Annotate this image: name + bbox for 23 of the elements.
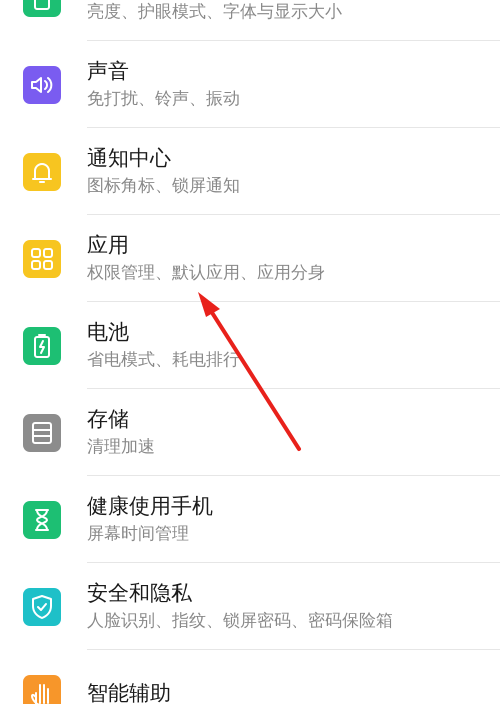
settings-item[interactable]: 通知中心 图标角标、锁屏通知 (0, 128, 500, 215)
setting-title: 通知中心 (87, 145, 172, 172)
setting-title: 存储 (87, 406, 130, 433)
setting-description: 亮度、护眼模式、字体与显示大小 (87, 1, 343, 24)
settings-item[interactable]: 存储 清理加速 (0, 389, 500, 476)
settings-item[interactable]: 应用 权限管理、默认应用、应用分身 (0, 215, 500, 302)
setting-title: 应用 (87, 232, 130, 259)
setting-title: 健康使用手机 (87, 493, 214, 520)
setting-description: 权限管理、默认应用、应用分身 (87, 262, 326, 285)
setting-title: 电池 (87, 319, 130, 346)
setting-description: 屏幕时间管理 (87, 523, 190, 546)
setting-title: 安全和隐私 (87, 580, 193, 607)
setting-title: 智能辅助 (87, 680, 172, 704)
setting-description: 图标角标、锁屏通知 (87, 175, 241, 198)
setting-description: 免打扰、铃声、振动 (87, 88, 241, 111)
setting-title: 声音 (87, 58, 130, 85)
settings-item[interactable]: 亮度、护眼模式、字体与显示大小 (0, 0, 500, 41)
setting-description: 人脸识别、指纹、锁屏密码、密码保险箱 (87, 610, 394, 633)
settings-item[interactable]: 声音 免打扰、铃声、振动 (0, 41, 500, 128)
settings-item[interactable]: 智能辅助 (0, 650, 500, 704)
setting-description: 清理加速 (87, 436, 156, 459)
settings-item[interactable]: 安全和隐私 人脸识别、指纹、锁屏密码、密码保险箱 (0, 563, 500, 650)
settings-item[interactable]: 健康使用手机 屏幕时间管理 (0, 476, 500, 563)
